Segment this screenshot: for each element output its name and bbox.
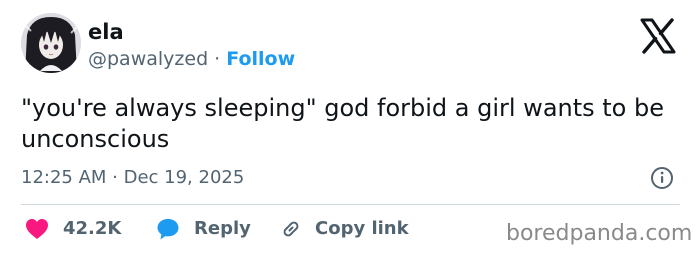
- speech-bubble-icon: [157, 219, 179, 240]
- tweet-embed-card: ela @pawalyzed · Follow "you're always s…: [0, 0, 700, 256]
- tweet-text: "you're always sleeping" god forbid a gi…: [21, 94, 664, 153]
- reply-button[interactable]: Reply: [156, 216, 251, 242]
- copy-link-label: Copy link: [315, 218, 409, 239]
- handle-separator: ·: [208, 48, 227, 70]
- like-button[interactable]: 42.2K: [25, 216, 121, 242]
- author-avatar[interactable]: [21, 13, 81, 73]
- copy-link-button[interactable]: Copy link: [279, 216, 409, 242]
- avatar-image: [21, 13, 81, 73]
- like-count: 42.2K: [63, 218, 122, 239]
- info-icon[interactable]: [649, 165, 675, 191]
- author-display-name[interactable]: ela: [88, 20, 124, 44]
- author-handle-row: @pawalyzed · Follow: [88, 47, 295, 71]
- actions-divider: [21, 204, 680, 205]
- author-handle[interactable]: @pawalyzed: [88, 48, 208, 70]
- reply-label: Reply: [194, 218, 251, 239]
- follow-button[interactable]: Follow: [226, 48, 295, 70]
- x-logo-icon[interactable]: [639, 18, 677, 54]
- link-icon: [283, 221, 299, 237]
- heart-icon: [26, 219, 48, 239]
- tweet-timestamp[interactable]: 12:25 AM · Dec 19, 2025: [21, 167, 244, 189]
- boredpanda-watermark: boredpanda.com: [506, 221, 693, 246]
